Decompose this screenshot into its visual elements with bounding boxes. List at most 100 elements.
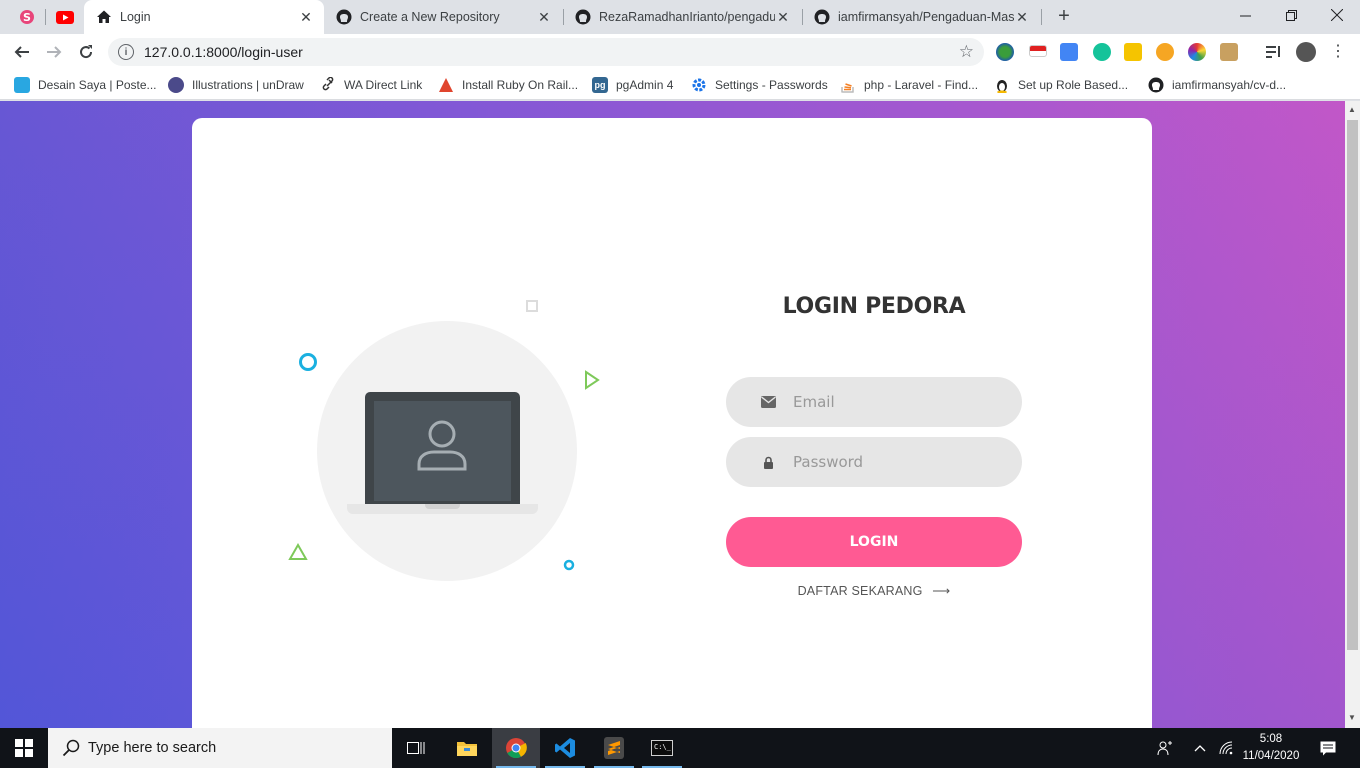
page-title: LOGIN PEDORA <box>782 294 966 319</box>
vscode-taskbar-button[interactable] <box>541 728 589 768</box>
close-icon[interactable]: ✕ <box>775 9 791 26</box>
bookmark-label: WA Direct Link <box>344 78 423 92</box>
vscode-icon <box>555 738 575 758</box>
extension-colorpicker-icon[interactable] <box>1188 43 1206 61</box>
clock-date: 11/04/2020 <box>1242 750 1300 762</box>
reload-button[interactable] <box>72 38 100 66</box>
user-icon <box>417 420 467 471</box>
restore-icon <box>1285 9 1297 21</box>
tab-login[interactable]: Login ✕ <box>84 0 324 34</box>
close-icon[interactable]: ✕ <box>298 9 314 26</box>
profile-avatar[interactable] <box>1296 42 1316 62</box>
pinned-tab-canva[interactable]: S <box>14 6 40 28</box>
bookmark-item[interactable]: Settings - Passwords <box>691 76 828 94</box>
triangle-decoration <box>288 543 308 560</box>
scroll-up-icon[interactable]: ▲ <box>1348 105 1356 114</box>
start-button[interactable] <box>0 728 48 768</box>
link-icon <box>322 77 334 91</box>
canva-icon: S <box>20 10 34 24</box>
notification-icon[interactable] <box>1314 728 1342 768</box>
tab-title: RezaRamadhanIrianto/pengaduan <box>599 10 775 24</box>
minimize-button[interactable] <box>1222 0 1268 30</box>
bookmark-item[interactable]: Illustrations | unDraw <box>168 76 304 94</box>
password-field[interactable] <box>726 437 1022 487</box>
menu-kebab-icon[interactable]: ⋮ <box>1330 43 1346 61</box>
extension-grammarly-icon[interactable] <box>1093 43 1111 61</box>
tab-iamfirmansyah-pengaduan[interactable]: iamfirmansyah/Pengaduan-Masyarakat ✕ <box>802 0 1040 34</box>
restore-button[interactable] <box>1268 0 1314 30</box>
bookmark-item[interactable]: php - Laravel - Find... <box>840 76 978 94</box>
github-icon <box>814 9 830 25</box>
chrome-taskbar-button[interactable] <box>492 728 540 768</box>
tab-strip: S Login ✕ Create a New Repository ✕ Reza… <box>0 0 1360 34</box>
extension-translate-icon[interactable] <box>1060 43 1078 61</box>
vertical-scrollbar[interactable]: ▲ ▼ <box>1345 101 1360 728</box>
file-explorer-button[interactable] <box>443 728 491 768</box>
media-queue-icon[interactable] <box>1264 43 1282 61</box>
folder-icon <box>457 742 477 756</box>
bookmark-label: pgAdmin 4 <box>616 78 674 92</box>
extension-grid-icon[interactable] <box>1220 43 1238 61</box>
arrow-right-icon: ⟶ <box>932 584 951 598</box>
email-input[interactable] <box>793 393 993 411</box>
taskbar-search[interactable]: Type here to search <box>48 728 392 768</box>
bookmark-label: Settings - Passwords <box>715 78 828 92</box>
windows-taskbar: Type here to search C:\_ 5:08 11/04/2020 <box>0 728 1360 768</box>
extension-globe-icon[interactable] <box>996 43 1014 61</box>
extension-yellow-icon[interactable] <box>1124 43 1142 61</box>
taskbar-clock[interactable]: 5:08 11/04/2020 <box>1234 731 1308 765</box>
pinned-tab-youtube[interactable] <box>52 6 78 28</box>
bookmark-label: Illustrations | unDraw <box>192 78 304 92</box>
extension-owl-icon[interactable] <box>1156 43 1174 61</box>
bookmark-item[interactable]: Desain Saya | Poste... <box>14 76 157 94</box>
bookmark-item[interactable]: Set up Role Based... <box>994 76 1128 94</box>
login-button[interactable]: LOGIN <box>726 517 1022 567</box>
sublime-taskbar-button[interactable] <box>590 728 638 768</box>
task-view-icon <box>407 742 425 754</box>
github-icon <box>336 9 352 25</box>
email-field[interactable] <box>726 377 1022 427</box>
close-icon <box>1331 9 1343 21</box>
close-icon[interactable]: ✕ <box>536 9 552 26</box>
bookmark-label: Desain Saya | Poste... <box>38 78 157 92</box>
scroll-down-icon[interactable]: ▼ <box>1348 713 1356 722</box>
extension-flag-icon[interactable] <box>1029 45 1047 57</box>
clock-time: 5:08 <box>1259 733 1283 745</box>
tab-reza-pengaduan[interactable]: RezaRamadhanIrianto/pengaduan ✕ <box>563 0 801 34</box>
new-tab-button[interactable]: + <box>1053 5 1075 27</box>
register-link[interactable]: DAFTAR SEKARANG ⟶ <box>726 583 1022 598</box>
terminal-icon: C:\_ <box>651 740 673 756</box>
tab-title: Create a New Repository <box>360 10 500 24</box>
task-view-button[interactable] <box>392 728 440 768</box>
tab-title: iamfirmansyah/Pengaduan-Masyarakat <box>838 10 1014 24</box>
small-circle-decoration <box>563 559 575 571</box>
chevron-up-icon[interactable] <box>1188 728 1212 768</box>
bookmark-item[interactable]: Install Ruby On Rail... <box>438 76 578 94</box>
close-icon[interactable]: ✕ <box>1014 9 1030 26</box>
play-triangle-decoration <box>585 370 600 390</box>
search-placeholder: Type here to search <box>88 740 217 756</box>
reload-icon <box>80 45 93 59</box>
password-input[interactable] <box>793 453 993 471</box>
tab-create-repository[interactable]: Create a New Repository ✕ <box>324 0 562 34</box>
terminal-taskbar-button[interactable]: C:\_ <box>638 728 686 768</box>
close-window-button[interactable] <box>1314 0 1360 30</box>
sublime-icon <box>604 737 624 759</box>
search-icon <box>62 739 80 757</box>
postermywall-icon <box>14 77 30 93</box>
people-icon[interactable] <box>1152 728 1178 768</box>
back-button[interactable] <box>8 38 36 66</box>
square-decoration <box>526 300 538 312</box>
bookmark-label: iamfirmansyah/cv-d... <box>1172 78 1287 92</box>
register-link-label: DAFTAR SEKARANG <box>797 584 923 598</box>
address-bar[interactable]: i 127.0.0.1:8000/login-user ☆ <box>108 38 984 66</box>
home-icon <box>97 10 111 23</box>
bookmark-item[interactable]: pg pgAdmin 4 <box>592 76 673 94</box>
forward-button[interactable] <box>40 38 68 66</box>
bookmark-item[interactable]: WA Direct Link <box>320 76 422 94</box>
scrollbar-thumb[interactable] <box>1347 120 1358 650</box>
info-icon[interactable]: i <box>118 44 134 60</box>
gear-icon <box>692 78 706 92</box>
bookmark-star-icon[interactable]: ☆ <box>959 42 974 62</box>
bookmark-item[interactable]: iamfirmansyah/cv-d... <box>1148 76 1286 94</box>
